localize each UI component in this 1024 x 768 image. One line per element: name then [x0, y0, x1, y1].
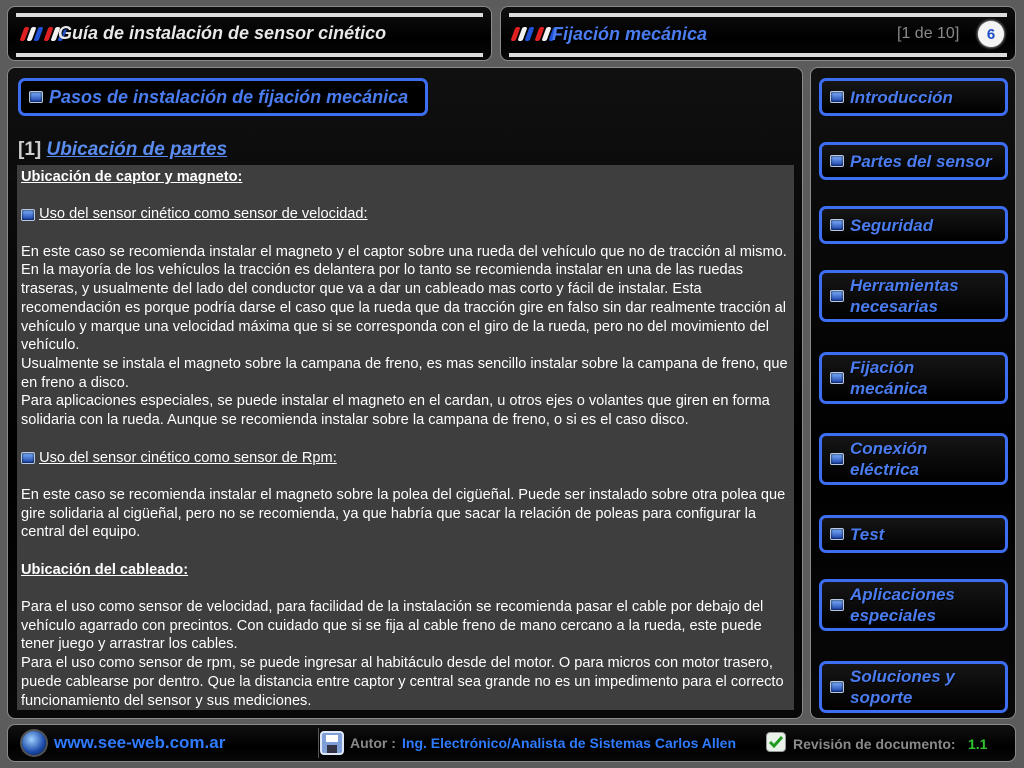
bullet-square-icon: [830, 453, 844, 465]
sidebar-item-soluciones-soporte[interactable]: Soluciones y soporte: [819, 661, 1008, 713]
bullet-square-icon: [830, 290, 844, 302]
header-right-panel: Fijación mecánica [1 de 10] 6: [500, 6, 1016, 61]
step-link[interactable]: Ubicación de partes: [47, 139, 228, 160]
content-area: Ubicación de captor y magneto: Uso del s…: [17, 165, 794, 710]
checkmark-icon: [766, 732, 786, 752]
section-title: Fijación mecánica: [552, 24, 708, 44]
bullet-square-icon: [830, 599, 844, 611]
sidebar-item-aplicaciones-especiales[interactable]: Aplicaciones especiales: [819, 579, 1008, 631]
sidebar-item-test[interactable]: Test: [819, 515, 1008, 553]
content-paragraph: Para aplicaciones especiales, se puede i…: [21, 393, 770, 429]
bullet-square-icon: [21, 451, 35, 464]
content-subheading: Uso del sensor cinético como sensor de v…: [21, 205, 790, 224]
sidebar-item-introduccion[interactable]: Introducción: [819, 78, 1008, 116]
bullet-square-icon: [830, 155, 844, 167]
revision-value: 1.1: [968, 736, 988, 752]
website-link[interactable]: www.see-web.com.ar: [54, 733, 225, 753]
content-paragraph: Para el uso como sensor de rpm, se puede…: [21, 655, 784, 709]
sidebar-item-partes-del-sensor[interactable]: Partes del sensor: [819, 142, 1008, 180]
step-line: [1] Ubicación de partes: [18, 139, 227, 161]
content-paragraph: En este caso se recomienda instalar el m…: [21, 243, 787, 354]
header-stripe-top: [509, 13, 1007, 17]
sidebar-item-herramientas[interactable]: Herramientas necesarias: [819, 270, 1008, 322]
sidebar-item-conexion-electrica[interactable]: Conexión eléctrica: [819, 433, 1008, 485]
bullet-square-icon: [830, 528, 844, 540]
section-heading: Pasos de instalación de fijación mecánic…: [49, 86, 409, 107]
section-heading-box: Pasos de instalación de fijación mecánic…: [18, 78, 428, 116]
header-left-panel: Guía de instalación de sensor cinético: [7, 6, 492, 61]
globe-icon: [22, 731, 46, 755]
author-label: Autor :: [350, 735, 396, 751]
bullet-square-icon: [830, 91, 844, 103]
header-stripe-bottom: [16, 53, 483, 57]
header-stripe-bottom: [509, 53, 1007, 57]
content-paragraph: En este caso se recomienda instalar el m…: [21, 486, 786, 541]
bullet-square-icon: [21, 208, 35, 221]
content-paragraph: Para el uso como sensor de velocidad, pa…: [21, 599, 764, 653]
step-number: [1]: [18, 139, 42, 160]
bullet-square-icon: [830, 372, 844, 384]
page-counter: [1 de 10]: [897, 25, 960, 42]
content-heading: Ubicación del cableado:: [21, 561, 189, 578]
save-disk-icon: [320, 731, 344, 755]
page-number-badge: 6: [978, 21, 1004, 47]
sidebar-item-seguridad[interactable]: Seguridad: [819, 206, 1008, 244]
bullet-square-icon: [29, 91, 43, 103]
app-title: Guía de instalación de sensor cinético: [58, 23, 387, 43]
bullet-square-icon: [830, 219, 844, 231]
footer-divider: [318, 728, 319, 758]
sidebar-item-fijacion-mecanica[interactable]: Fijación mecánica: [819, 352, 1008, 404]
header-stripe-top: [16, 13, 483, 17]
content-heading: Ubicación de captor y magneto:: [21, 169, 243, 185]
bullet-square-icon: [830, 681, 844, 693]
author-name: Ing. Electrónico/Analista de Sistemas Ca…: [402, 735, 737, 751]
content-paragraph: Usualmente se instala el magneto sobre l…: [21, 356, 788, 391]
content-subheading: Uso del sensor cinético como sensor de R…: [21, 449, 790, 468]
revision-label: Revisión de documento:: [793, 736, 956, 752]
